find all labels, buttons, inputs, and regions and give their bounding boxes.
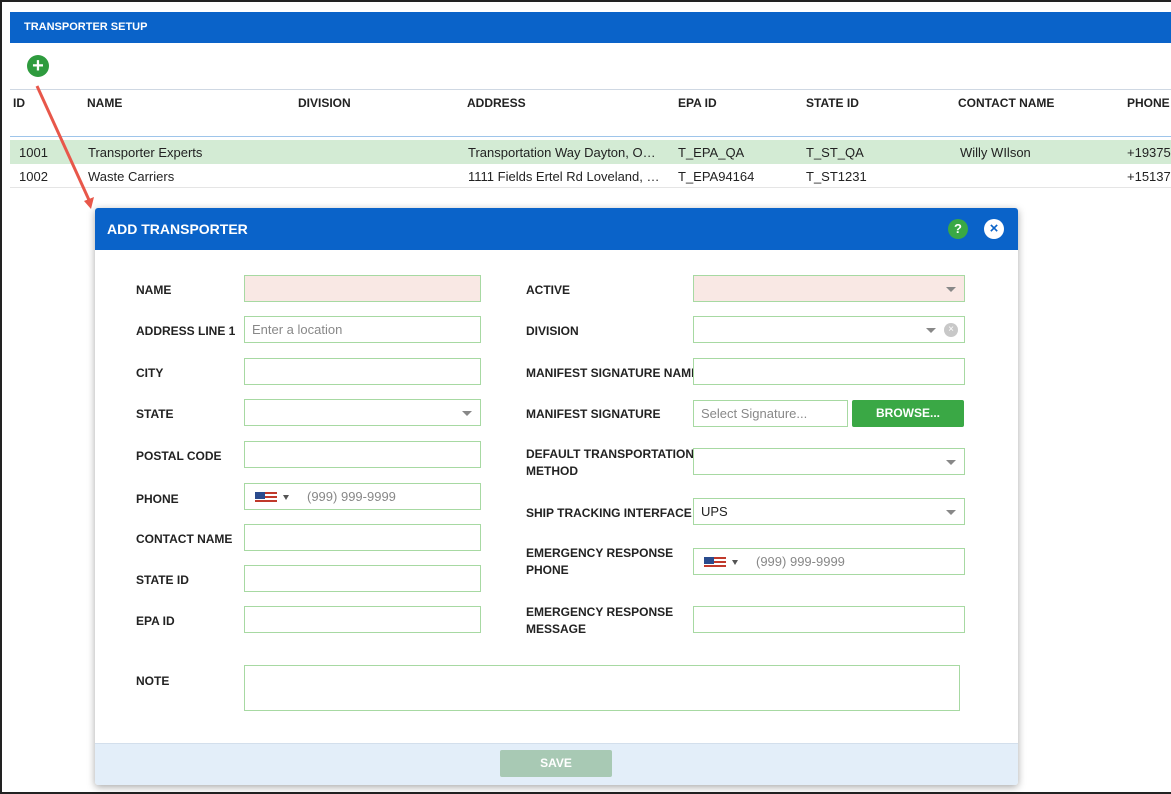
cell-address: 1111 Fields Ertel Rd Loveland, … — [468, 169, 660, 184]
emergency-response-message-field[interactable] — [693, 606, 965, 633]
label-line: MESSAGE — [526, 622, 587, 636]
division-select[interactable]: × — [693, 316, 965, 343]
ship-tracking-interface-label: SHIP TRACKING INTERFACE — [526, 506, 692, 520]
manifest-signature-name-field[interactable] — [693, 358, 965, 385]
emergency-response-phone-label: EMERGENCY RESPONSE PHONE — [526, 545, 673, 579]
note-label: NOTE — [136, 674, 170, 688]
manifest-signature-name-label: MANIFEST SIGNATURE NAME — [526, 366, 700, 380]
col-phone[interactable]: PHONE — [1127, 96, 1170, 110]
chevron-down-icon — [926, 328, 936, 333]
cell-phone: +19375 — [1127, 145, 1171, 160]
help-icon[interactable]: ? — [948, 219, 968, 239]
phone-field[interactable]: (999) 999-9999 — [244, 483, 481, 510]
table-row[interactable]: 1001 Transporter Experts Transportation … — [10, 140, 1171, 164]
cell-address: Transportation Way Dayton, O… — [468, 145, 656, 160]
manifest-signature-label: MANIFEST SIGNATURE — [526, 407, 661, 421]
epa-id-field[interactable] — [244, 606, 481, 633]
contact-name-field[interactable] — [244, 524, 481, 551]
ship-tracking-interface-select[interactable]: UPS — [693, 498, 965, 525]
chevron-down-icon[interactable] — [283, 495, 289, 500]
save-button[interactable]: SAVE — [500, 750, 612, 777]
chevron-down-icon — [462, 411, 472, 416]
label-line: METHOD — [526, 464, 578, 478]
cell-state-id: T_ST1231 — [806, 169, 867, 184]
city-field[interactable] — [244, 358, 481, 385]
default-transportation-method-label: DEFAULT TRANSPORTATION METHOD — [526, 446, 694, 480]
cell-id: 1002 — [19, 169, 48, 184]
chevron-down-icon — [946, 287, 956, 292]
division-label: DIVISION — [526, 324, 579, 338]
postal-code-field[interactable] — [244, 441, 481, 468]
address-label: ADDRESS LINE 1 — [136, 324, 236, 338]
col-contact-name[interactable]: CONTACT NAME — [958, 96, 1054, 110]
label-line: EMERGENCY RESPONSE — [526, 605, 674, 619]
col-id[interactable]: ID — [13, 96, 25, 110]
emergency-response-message-label: EMERGENCY RESPONSE MESSAGE — [526, 604, 673, 638]
label-line: DEFAULT TRANSPORTATION — [526, 447, 694, 461]
chevron-down-icon[interactable] — [732, 560, 738, 565]
plus-icon: + — [32, 55, 44, 77]
name-label: NAME — [136, 283, 172, 297]
name-field[interactable] — [244, 275, 481, 302]
table-row[interactable]: 1002 Waste Carriers 1111 Fields Ertel Rd… — [10, 164, 1171, 188]
us-flag-icon[interactable] — [704, 557, 726, 569]
add-transporter-button[interactable]: + — [27, 55, 49, 77]
phone-label: PHONE — [136, 492, 179, 506]
cell-epa-id: T_EPA_QA — [678, 145, 745, 160]
col-state-id[interactable]: STATE ID — [806, 96, 859, 110]
close-icon[interactable]: × — [984, 219, 1004, 239]
address-field[interactable]: Enter a location — [244, 316, 481, 343]
label-line: EMERGENCY RESPONSE — [526, 546, 674, 560]
add-transporter-dialog: ADD TRANSPORTER ? × NAME ADDRESS LINE 1 … — [95, 208, 1018, 785]
address-placeholder: Enter a location — [252, 322, 343, 337]
contact-name-label: CONTACT NAME — [136, 532, 233, 546]
state-id-label: STATE ID — [136, 573, 189, 587]
state-label: STATE — [136, 407, 174, 421]
dialog-footer: SAVE — [95, 743, 1018, 785]
cell-epa-id: T_EPA94164 — [678, 169, 755, 184]
default-transportation-method-select[interactable] — [693, 448, 965, 475]
cell-name: Transporter Experts — [88, 145, 203, 160]
chevron-down-icon — [946, 510, 956, 515]
dialog-header: ADD TRANSPORTER ? × — [95, 208, 1018, 250]
col-address[interactable]: ADDRESS — [467, 96, 526, 110]
note-textarea[interactable] — [244, 665, 960, 711]
cell-contact: Willy WIlson — [960, 145, 1031, 160]
chevron-down-icon — [946, 460, 956, 465]
us-flag-icon[interactable] — [255, 492, 277, 504]
postal-code-label: POSTAL CODE — [136, 449, 222, 463]
emergency-response-phone-field[interactable]: (999) 999-9999 — [693, 548, 965, 575]
clear-icon[interactable]: × — [944, 323, 958, 337]
manifest-signature-placeholder: Select Signature... — [701, 406, 808, 421]
col-epa-id[interactable]: EPA ID — [678, 96, 717, 110]
epa-id-label: EPA ID — [136, 614, 175, 628]
active-select[interactable] — [693, 275, 965, 302]
cell-id: 1001 — [19, 145, 48, 160]
col-division[interactable]: DIVISION — [298, 96, 351, 110]
cell-state-id: T_ST_QA — [806, 145, 864, 160]
grid-header: ID NAME DIVISION ADDRESS EPA ID STATE ID… — [10, 89, 1171, 137]
col-name[interactable]: NAME — [87, 96, 122, 110]
cell-phone: +15137 — [1127, 169, 1171, 184]
ship-tracking-interface-value: UPS — [701, 504, 728, 519]
state-id-field[interactable] — [244, 565, 481, 592]
phone-placeholder: (999) 999-9999 — [307, 489, 396, 504]
dialog-title: ADD TRANSPORTER — [107, 221, 248, 237]
city-label: CITY — [136, 366, 164, 380]
state-select[interactable] — [244, 399, 481, 426]
active-label: ACTIVE — [526, 283, 571, 297]
transporter-setup-header: TRANSPORTER SETUP — [10, 12, 1171, 43]
browse-button[interactable]: BROWSE... — [852, 400, 964, 427]
manifest-signature-field[interactable]: Select Signature... — [693, 400, 848, 427]
cell-name: Waste Carriers — [88, 169, 175, 184]
emergency-phone-placeholder: (999) 999-9999 — [756, 554, 845, 569]
label-line: PHONE — [526, 563, 569, 577]
